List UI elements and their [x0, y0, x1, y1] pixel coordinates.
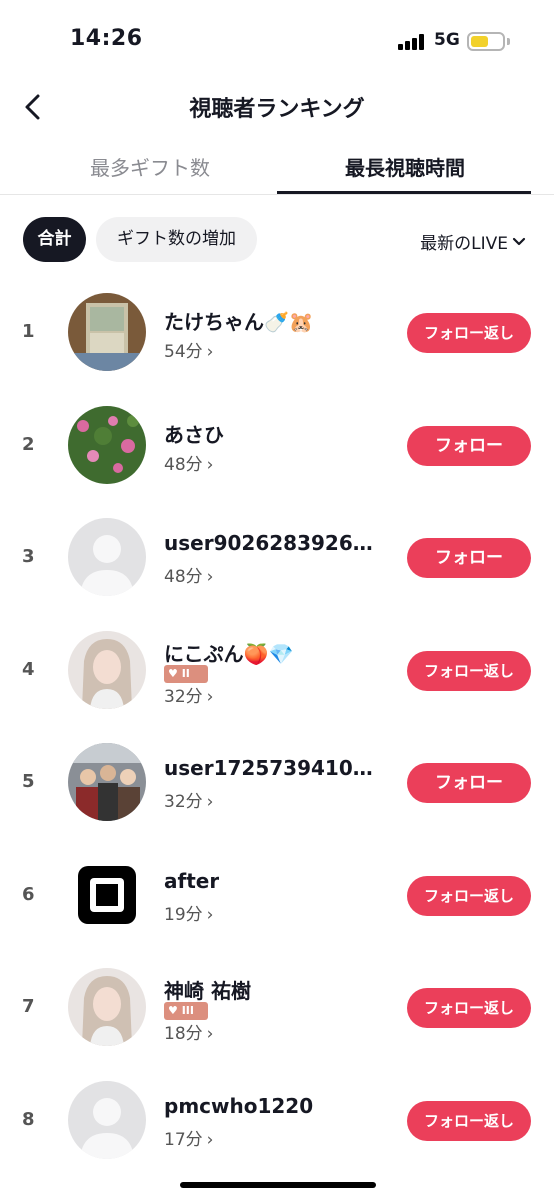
viewer-name: user90262839267... [164, 531, 386, 555]
chevron-right-icon: › [206, 1024, 214, 1044]
page-title: 視聴者ランキング [189, 97, 365, 122]
avatar[interactable] [68, 968, 146, 1046]
network-label: 5G [434, 30, 460, 50]
rank-number: 5 [22, 771, 35, 792]
chip-total[interactable]: 合計 [23, 217, 86, 262]
follow-button[interactable]: フォロー返し [407, 313, 531, 353]
follow-button[interactable]: フォロー返し [407, 875, 531, 916]
battery-icon [467, 32, 505, 51]
follow-button[interactable]: フォロー返し [407, 988, 531, 1028]
avatar[interactable] [68, 293, 146, 371]
viewer-name: たけちゃん🍼🐹 [164, 310, 314, 334]
viewer-name: after [164, 868, 220, 893]
follow-button[interactable]: フォロー返し [407, 650, 531, 691]
battery-tip [507, 38, 510, 45]
viewer-ranking-list: 1 たけちゃん🍼🐹 54分 › フォロー返し 2 あさひ 48分 › フォロー 3 user90262… [0, 276, 554, 1176]
watch-duration[interactable]: 32分 › [164, 787, 213, 812]
rank-number: 4 [22, 658, 35, 680]
rank-number: 6 [22, 883, 35, 905]
home-indicator [180, 1182, 376, 1188]
chevron-right-icon: › [206, 1129, 214, 1150]
fan-level-label: III [181, 1004, 194, 1017]
tab-bar: 最多ギフト数 最長視聴時間 [0, 140, 554, 195]
list-item[interactable]: 7 神崎 祐樹 ♥ III 18分 › フォロー返し [0, 951, 554, 1064]
header: 視聴者ランキング [0, 84, 554, 130]
live-select-dropdown[interactable]: 最新のLIVE [420, 229, 526, 254]
tab-longest-watch-time[interactable]: 最長視聴時間 [280, 152, 530, 181]
watch-duration-label: 32分 [164, 686, 203, 707]
watch-duration[interactable]: 48分 › [164, 562, 213, 587]
tab-most-gifts[interactable]: 最多ギフト数 [40, 152, 260, 181]
viewer-name: 神崎 祐樹 [164, 979, 251, 1003]
watch-duration-label: 48分 [164, 567, 203, 587]
follow-button[interactable]: フォロー [407, 425, 531, 466]
watch-duration-label: 17分 [164, 1129, 203, 1150]
chevron-down-icon [512, 232, 526, 252]
watch-duration-label: 54分 [164, 342, 203, 362]
filter-bar: 合計 ギフト数の増加 最新のLIVE [0, 217, 554, 263]
active-tab-indicator [277, 191, 531, 194]
watch-duration[interactable]: 48分 › [164, 450, 213, 475]
avatar[interactable] [68, 1080, 146, 1159]
watch-duration-label: 19分 [164, 904, 203, 925]
rank-number: 1 [22, 321, 35, 342]
watch-duration-label: 48分 [164, 454, 203, 475]
rank-number: 7 [22, 996, 35, 1017]
watch-duration[interactable]: 54分 › [164, 337, 213, 362]
avatar[interactable] [68, 518, 146, 596]
chevron-right-icon: › [206, 792, 214, 812]
viewer-name: user1725739410246 [164, 756, 386, 780]
live-select-label: 最新のLIVE [420, 234, 508, 254]
watch-duration[interactable]: 19分 › [164, 900, 213, 925]
status-bar: 14:26 5G [0, 0, 554, 84]
avatar[interactable] [68, 630, 146, 709]
watch-duration[interactable]: 18分 › [164, 1019, 213, 1044]
chip-gift-increase[interactable]: ギフト数の増加 [96, 217, 257, 262]
list-item[interactable]: 4 にこぷん🍑💎 ♥ II 32分 › フォロー返し [0, 614, 554, 727]
chevron-right-icon: › [206, 904, 214, 925]
rank-number: 2 [22, 433, 35, 455]
viewer-name: にこぷん🍑💎 [164, 641, 294, 666]
heart-icon: ♥ [168, 666, 182, 680]
follow-button[interactable]: フォロー返し [407, 1100, 531, 1141]
fan-level-badge: ♥ II [164, 664, 208, 683]
chevron-right-icon: › [206, 342, 214, 362]
watch-duration-label: 32分 [164, 792, 203, 812]
rank-number: 3 [22, 546, 35, 567]
heart-icon: ♥ [168, 1004, 182, 1017]
chevron-right-icon: › [206, 454, 214, 475]
chevron-right-icon: › [206, 686, 214, 707]
list-item[interactable]: 5 user1725739410246 32分 › フォロー [0, 726, 554, 839]
chevron-right-icon: › [206, 567, 214, 587]
list-item[interactable]: 3 user90262839267... 48分 › フォロー [0, 501, 554, 614]
list-item[interactable]: 6 after 19分 › フォロー返し [0, 839, 554, 952]
follow-button[interactable]: フォロー [407, 763, 531, 803]
viewer-name: pmcwho1220 [164, 1093, 314, 1118]
avatar[interactable] [68, 855, 146, 934]
rank-number: 8 [22, 1108, 35, 1130]
follow-button[interactable]: フォロー [407, 538, 531, 578]
fan-level-badge: ♥ III [164, 1002, 208, 1020]
status-time: 14:26 [70, 26, 143, 51]
list-item[interactable]: 2 あさひ 48分 › フォロー [0, 389, 554, 502]
watch-duration-label: 18分 [164, 1024, 203, 1044]
fan-level-label: II [181, 666, 190, 680]
watch-duration[interactable]: 17分 › [164, 1125, 213, 1150]
avatar[interactable] [68, 743, 146, 821]
signal-icon [398, 34, 426, 50]
avatar[interactable] [68, 405, 146, 484]
watch-duration[interactable]: 32分 › [164, 682, 213, 707]
viewer-name: あさひ [164, 422, 224, 447]
list-item[interactable]: 1 たけちゃん🍼🐹 54分 › フォロー返し [0, 276, 554, 389]
list-item[interactable]: 8 pmcwho1220 17分 › フォロー返し [0, 1064, 554, 1177]
